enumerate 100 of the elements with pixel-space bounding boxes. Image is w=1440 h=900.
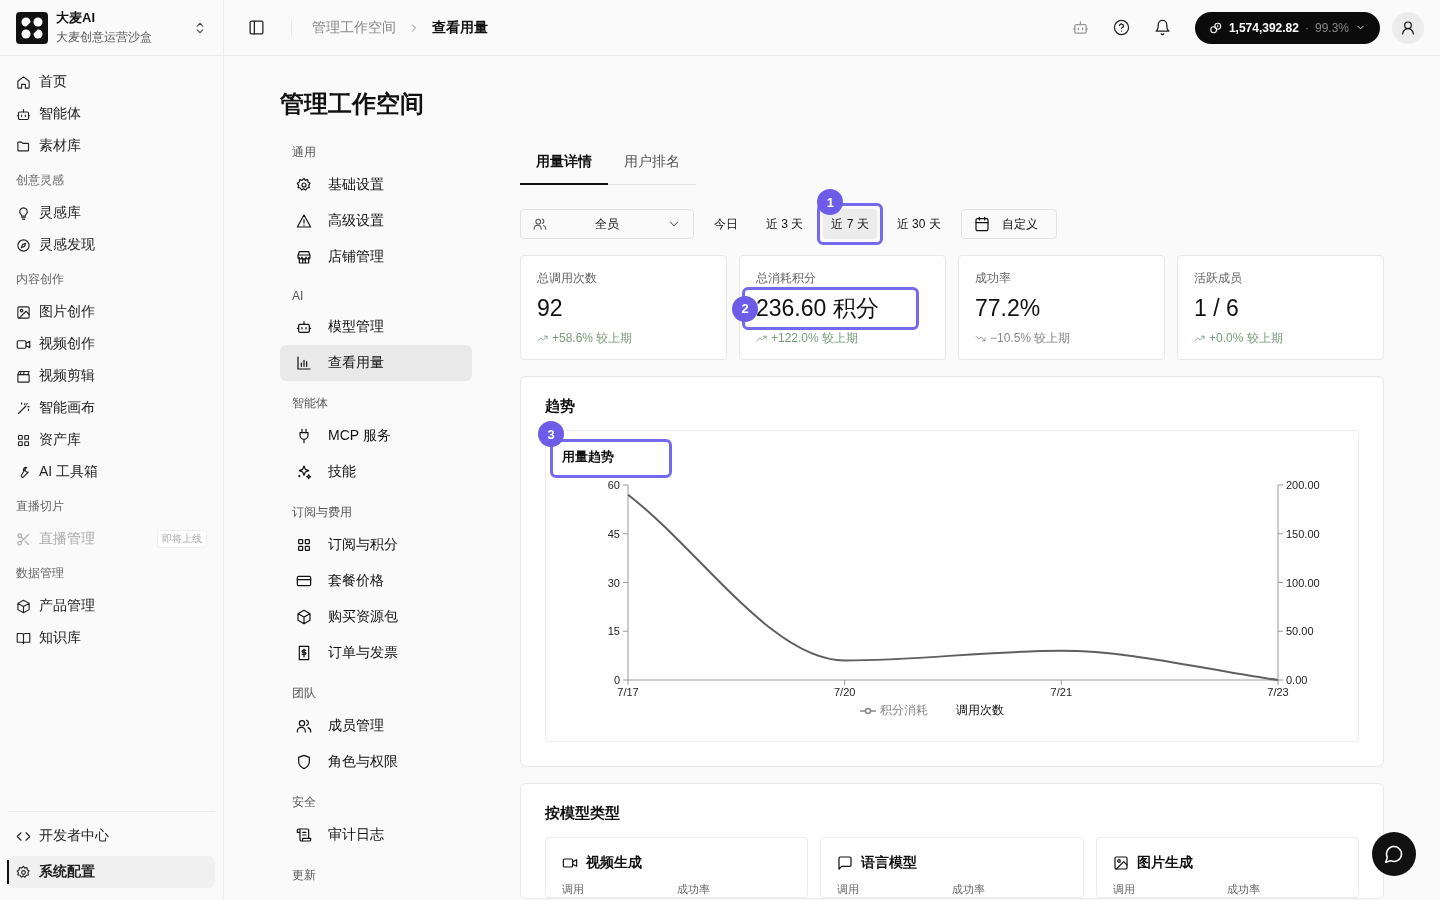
axis-tick-label: 60 [607, 479, 620, 492]
metric-label: 调用 [837, 882, 861, 898]
axis-tick-label: 7/17 [617, 686, 639, 699]
settings-nav-item[interactable]: 审计日志 [280, 817, 472, 853]
sparkle-icon [296, 464, 312, 480]
breadcrumb-item[interactable]: 管理工作空间 [312, 18, 396, 37]
nav-item[interactable]: 资产库 [8, 424, 215, 456]
robot-icon[interactable] [1071, 19, 1089, 36]
settings-nav-item[interactable]: MCP 服务 [280, 418, 472, 454]
breadcrumb-item: 查看用量 [432, 18, 488, 37]
settings-nav-item[interactable]: 店铺管理 [280, 239, 472, 275]
stat-label: 活跃成员 [1194, 270, 1243, 287]
metric-label: 成功率 [1227, 882, 1262, 898]
settings-nav-item[interactable]: 成员管理 [280, 708, 472, 744]
logo-icon [16, 11, 48, 44]
settings-nav-item[interactable]: 基础设置 [280, 167, 472, 203]
grid-icon [296, 537, 312, 553]
callout-number: 2 [732, 295, 758, 322]
axis-tick-label: 0.00 [1286, 674, 1308, 687]
settings-nav-item[interactable]: 查看用量 [280, 345, 472, 381]
robot-icon [296, 319, 312, 335]
axis-tick-label: 7/23 [1267, 686, 1289, 699]
model-type-name: 视频生成 [586, 854, 642, 873]
period-button[interactable]: 近 7 天 [823, 209, 877, 239]
axis-tick-label: 100.00 [1286, 576, 1320, 589]
section-label: 团队 [291, 685, 317, 702]
period-button[interactable]: 近 3 天 [758, 209, 812, 239]
nav-item[interactable]: AI 工具箱 [8, 456, 215, 488]
nav-item[interactable]: 智能体 [8, 98, 215, 130]
nav-item[interactable]: 智能画布 [8, 392, 215, 424]
custom-range-button[interactable]: 自定义 [960, 209, 1057, 239]
settings-nav-item[interactable]: 套餐价格 [280, 563, 472, 599]
metric-label: 调用 [562, 882, 585, 898]
legend-item[interactable]: 积分消耗 [860, 702, 928, 720]
nav-item[interactable]: 素材库 [8, 130, 215, 162]
bell-icon[interactable] [1153, 19, 1171, 36]
settings-nav-item[interactable]: 模型管理 [280, 309, 472, 345]
period-button[interactable]: 近 30 天 [888, 209, 949, 239]
home-icon [16, 74, 31, 90]
tab[interactable]: 用户排名 [608, 144, 696, 185]
clapperboard-icon [16, 368, 31, 384]
settings-nav-item[interactable]: 订单与发票 [280, 635, 472, 671]
avatar[interactable] [1392, 11, 1424, 44]
section-label: 智能体 [291, 395, 329, 412]
image-icon [16, 304, 31, 320]
settings-nav-item[interactable]: 角色与权限 [280, 744, 472, 780]
section-label: 数据管理 [15, 565, 65, 582]
axis-tick-label: 50.00 [1286, 625, 1314, 638]
box-icon [16, 598, 31, 614]
chat-button[interactable] [1372, 832, 1416, 876]
grid-icon [16, 432, 31, 448]
folder-icon [16, 138, 31, 154]
stat-change: +58.6% 较上期 [552, 330, 633, 348]
legend-item[interactable]: 调用次数 [956, 702, 1004, 720]
plug-icon [296, 428, 312, 444]
settings-nav-item[interactable]: 订阅与积分 [280, 527, 472, 563]
section-label: 更新 [291, 867, 317, 884]
nav-item[interactable]: 产品管理 [8, 590, 215, 622]
axis-tick-label: 7/21 [1050, 686, 1073, 699]
section-title: 按模型类型 [545, 804, 621, 824]
callout-number: 3 [538, 421, 564, 448]
lightbulb-icon [16, 205, 31, 221]
nav-item[interactable]: 视频创作 [8, 328, 215, 360]
store-icon [296, 249, 312, 265]
period-button[interactable]: 今日 [706, 209, 746, 239]
coins-icon [1208, 20, 1223, 35]
settings-nav-item[interactable]: 技能 [280, 454, 472, 490]
robot-icon [16, 106, 31, 122]
sidebar-icon[interactable] [248, 19, 265, 36]
tab[interactable]: 用量详情 [520, 144, 608, 185]
metric-label: 调用 [1112, 882, 1136, 898]
nav-item[interactable]: 首页 [8, 66, 215, 98]
axis-tick-label: 150.00 [1286, 528, 1320, 541]
workspace-name: 大麦创意运营沙盒 [56, 29, 153, 46]
nav-item[interactable]: 系统配置 [8, 856, 215, 888]
chat-icon [1384, 844, 1404, 864]
nav-item[interactable]: 开发者中心 [8, 820, 215, 852]
help-icon[interactable] [1112, 19, 1130, 36]
nav-item[interactable]: 知识库 [8, 622, 215, 654]
nav-item[interactable]: 视频剪辑 [8, 360, 215, 392]
nav-item[interactable]: 图片创作 [8, 296, 215, 328]
axis-tick-label: 7/20 [833, 686, 856, 699]
nav-item[interactable]: 灵感库 [8, 197, 215, 229]
legend-marker-icon [860, 706, 876, 715]
section-label: AI [291, 288, 305, 305]
brand-name: 大麦AI [56, 9, 96, 27]
member-select[interactable]: 全员 [520, 209, 694, 239]
metric-label: 成功率 [676, 882, 711, 898]
settings-nav-item[interactable]: 购买资源包 [280, 599, 472, 635]
coming-soon-badge: 即将上线 [157, 530, 207, 548]
section-label: 安全 [291, 794, 317, 811]
stat-value: 236.60 积分 [756, 296, 879, 322]
stat-change: −10.5% 较上期 [990, 330, 1071, 348]
settings-nav-item[interactable]: 高级设置 [280, 203, 472, 239]
credits-button[interactable]: 1,574,392.82 · 99.3% [1194, 11, 1380, 44]
shield-icon [296, 754, 312, 770]
settings-icon [16, 864, 31, 880]
message-icon [837, 855, 854, 872]
nav-item[interactable]: 灵感发现 [8, 229, 215, 261]
users-icon [296, 718, 312, 734]
